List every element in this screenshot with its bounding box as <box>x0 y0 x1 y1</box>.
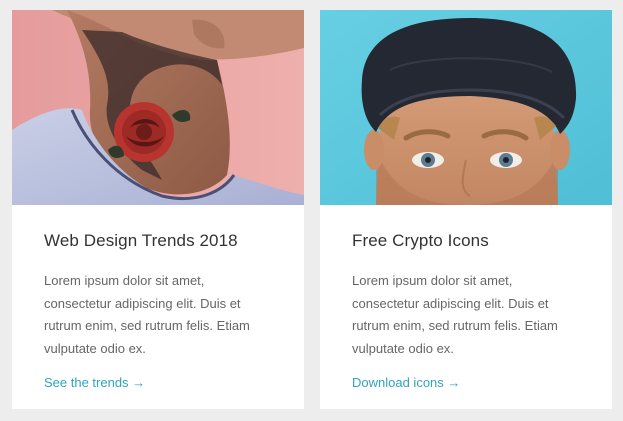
card-excerpt: Lorem ipsum dolor sit amet, consectetur … <box>44 273 250 356</box>
card-title[interactable]: Free Crypto Icons <box>352 229 580 253</box>
card-image-tattoo[interactable] <box>12 10 304 205</box>
man-in-cap-photo <box>320 10 612 205</box>
card-excerpt: Lorem ipsum dolor sit amet, consectetur … <box>352 273 558 356</box>
card-body: Free Crypto Icons Lorem ipsum dolor sit … <box>320 205 612 392</box>
card-image-portrait[interactable] <box>320 10 612 205</box>
tattooed-neck-photo <box>12 10 304 205</box>
see-trends-link[interactable]: See the trends → <box>44 374 145 392</box>
card-body: Web Design Trends 2018 Lorem ipsum dolor… <box>12 205 304 392</box>
blog-card: Free Crypto Icons Lorem ipsum dolor sit … <box>320 10 612 409</box>
download-icons-link[interactable]: Download icons → <box>352 374 460 392</box>
card-title[interactable]: Web Design Trends 2018 <box>44 229 272 253</box>
blog-card: Web Design Trends 2018 Lorem ipsum dolor… <box>12 10 304 409</box>
